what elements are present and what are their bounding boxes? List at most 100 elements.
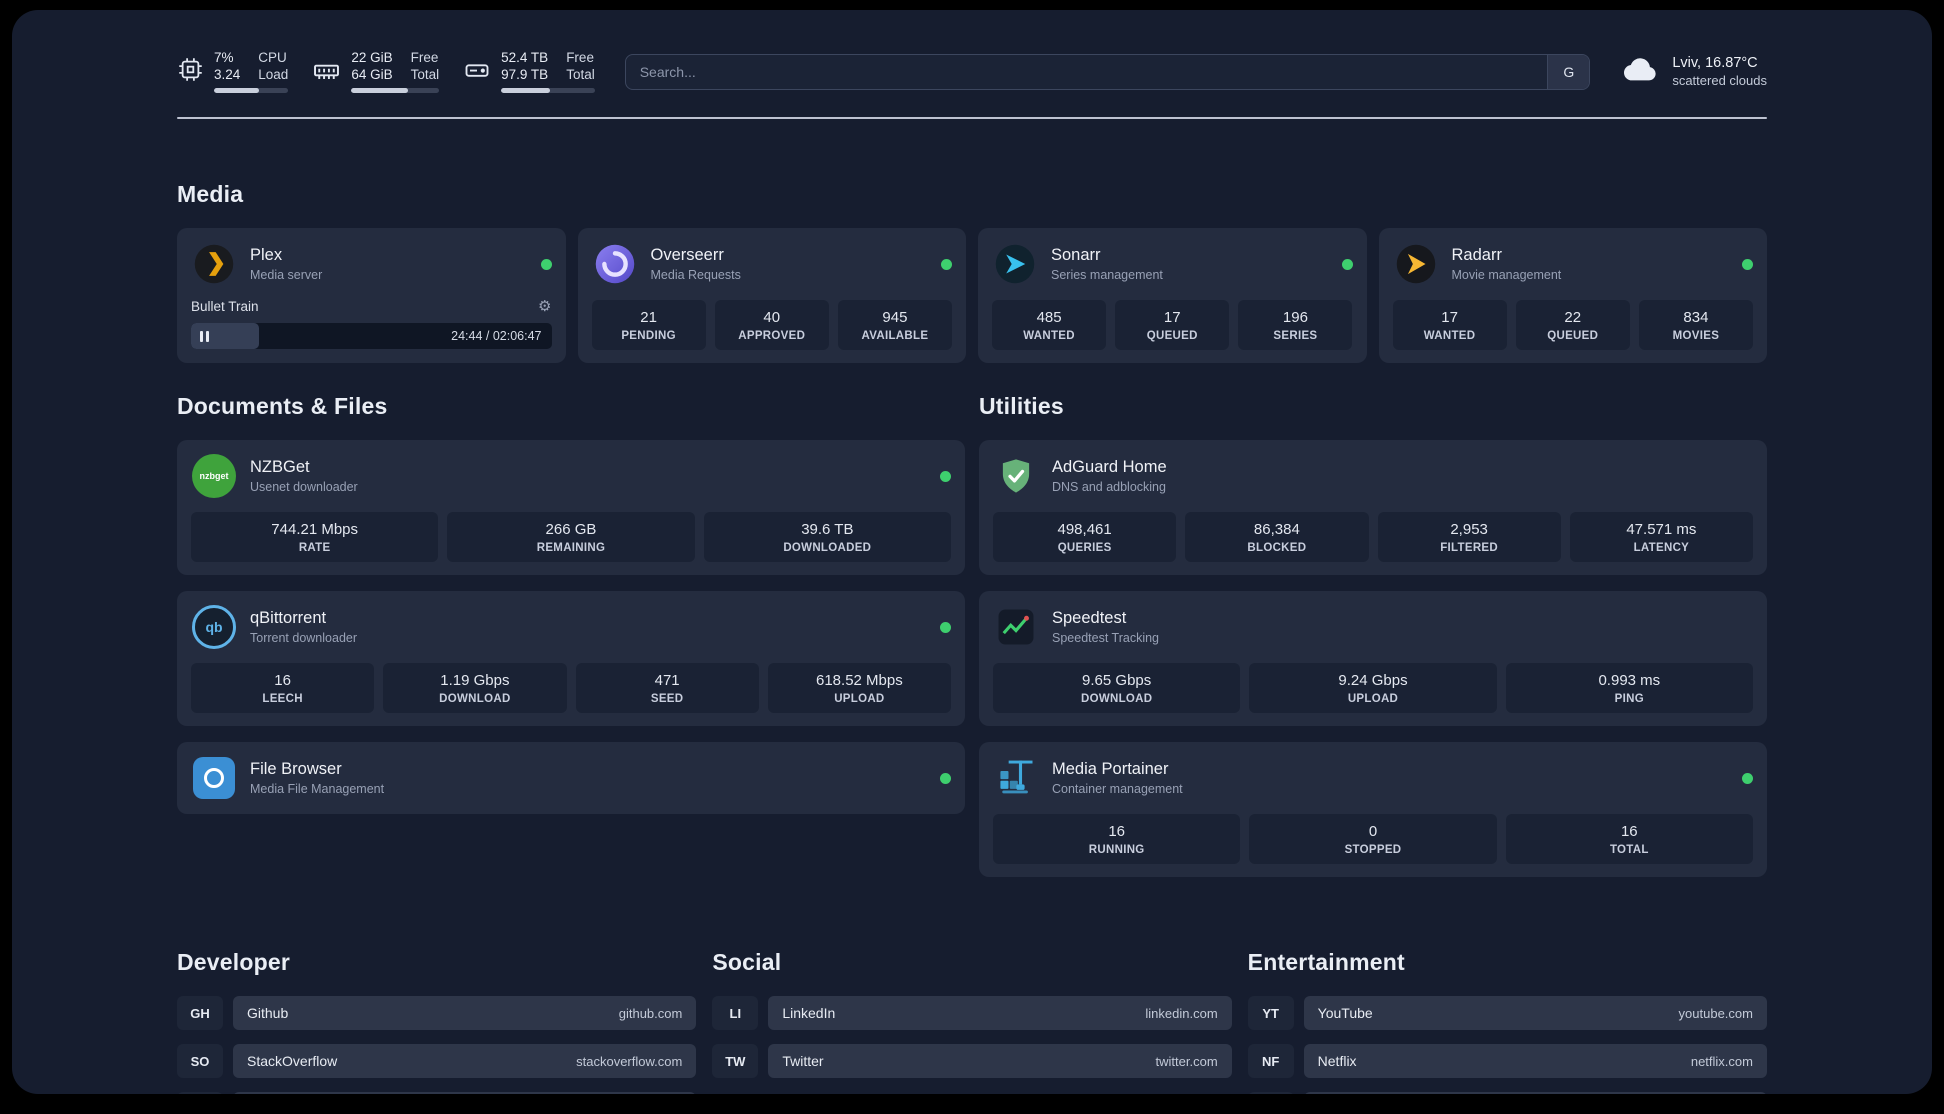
bookmark-stackoverflow[interactable]: SO StackOverflow stackoverflow.com <box>177 1044 697 1078</box>
portainer-icon <box>993 755 1039 801</box>
status-indicator <box>1341 258 1353 270</box>
stat-wanted: 485 WANTED <box>992 300 1107 350</box>
bookmark-youtube[interactable]: YT YouTube youtube.com <box>1247 996 1767 1030</box>
stat-download: 9.65 Gbps DOWNLOAD <box>993 663 1241 713</box>
disk-progress-bar <box>501 88 595 93</box>
documents-section: Documents & Files nzbget NZBGet Usenet d… <box>177 393 965 877</box>
weather-widget: Lviv, 16.87°C scattered clouds <box>1620 48 1767 95</box>
service-name: File Browser <box>250 760 342 778</box>
stat-remaining: 266 GB REMAINING <box>447 512 695 562</box>
media-section: Media Plex Media server Bullet Train ⚙ 2… <box>177 181 1767 363</box>
search-engine-button[interactable]: G <box>1547 54 1590 89</box>
social-section-title: Social <box>712 949 782 975</box>
cpu-label: CPU <box>258 50 287 65</box>
disk-free-label: Free <box>566 50 594 65</box>
bookmark-name: LinkedIn <box>782 1005 836 1021</box>
service-description: Series management <box>1051 268 1163 282</box>
service-description: Media File Management <box>250 782 385 796</box>
service-card-speedtest[interactable]: Speedtest Speedtest Tracking 9.65 Gbps D… <box>979 591 1767 726</box>
service-description: Media Requests <box>650 268 741 282</box>
service-card-overseerr[interactable]: Overseerr Media Requests 21 PENDING 40 A… <box>577 228 966 363</box>
ram-total-label: Total <box>410 67 440 82</box>
stat-stopped: 0 STOPPED <box>1249 814 1497 864</box>
bookmark-name: Github <box>247 1005 289 1021</box>
service-description: Torrent downloader <box>250 631 358 645</box>
stat-latency: 47.571 ms LATENCY <box>1569 512 1753 562</box>
cpu-metric: 7% CPU 3.24 Load <box>177 50 289 93</box>
sonarr-icon <box>992 241 1038 287</box>
service-description: Container management <box>1052 782 1183 796</box>
stat-movies: 834 MOVIES <box>1638 300 1753 350</box>
bookmark-twitter[interactable]: TW Twitter twitter.com <box>712 1044 1232 1078</box>
weather-condition: scattered clouds <box>1672 73 1767 88</box>
bookmark-netflix[interactable]: NF Netflix netflix.com <box>1247 1044 1767 1078</box>
stat-filtered: 2,953 FILTERED <box>1377 512 1561 562</box>
stat-upload: 9.24 Gbps UPLOAD <box>1249 663 1497 713</box>
service-description: Usenet downloader <box>250 480 358 494</box>
bookmark-linkedin[interactable]: LI LinkedIn linkedin.com <box>712 996 1232 1030</box>
service-card-adguard[interactable]: AdGuard Home DNS and adblocking 498,461 … <box>979 440 1767 575</box>
status-indicator <box>540 258 552 270</box>
status-indicator <box>941 258 952 270</box>
service-description: Media server <box>250 268 323 282</box>
bookmark-reddit[interactable]: RE Reddit reddit.com <box>1247 1092 1767 1094</box>
entertainment-section: Entertainment YT YouTube youtube.com NF … <box>1247 949 1767 1094</box>
bookmark-abbr: LI <box>712 996 759 1030</box>
status-indicator <box>1742 772 1753 784</box>
qbittorrent-icon: qb <box>191 604 237 650</box>
bookmark-abbr: GH <box>177 996 223 1030</box>
social-section: Social LI LinkedIn linkedin.com TW Twitt… <box>712 949 1232 1094</box>
player-progress-bar[interactable]: 24:44 / 02:06:47 <box>191 323 552 349</box>
status-indicator <box>940 621 951 633</box>
pause-icon[interactable] <box>200 330 209 342</box>
bookmark-dev[interactable]: DT DEV dev.to <box>177 1092 697 1094</box>
bookmark-name: StackOverflow <box>247 1053 338 1069</box>
service-card-plex[interactable]: Plex Media server Bullet Train ⚙ 24:44 /… <box>177 228 566 363</box>
radarr-icon <box>1393 241 1439 287</box>
service-name: qBittorrent <box>250 609 327 627</box>
cpu-progress-bar <box>214 88 289 93</box>
bookmark-abbr: RE <box>1247 1092 1294 1094</box>
ram-free-value: 22 GiB <box>351 50 393 65</box>
plex-icon <box>191 241 237 287</box>
service-card-qbittorrent[interactable]: qb qBittorrent Torrent downloader 16 LEE… <box>177 591 965 726</box>
nzbget-icon: nzbget <box>191 453 237 499</box>
service-card-nzbget[interactable]: nzbget NZBGet Usenet downloader 744.21 M… <box>177 440 965 575</box>
stat-rate: 744.21 Mbps RATE <box>191 512 439 562</box>
ram-metric: 22 GiB Free 64 GiB Total <box>312 50 440 93</box>
service-card-radarr[interactable]: Radarr Movie management 17 WANTED 22 QUE… <box>1378 228 1767 363</box>
disk-metric: 52.4 TB Free 97.9 TB Total <box>463 50 595 93</box>
utilities-section: Utilities AdGuard Home DNS and adblockin… <box>979 393 1767 877</box>
bookmark-name: Twitter <box>782 1053 824 1069</box>
developer-section: Developer GH Github github.com SO StackO… <box>177 949 697 1094</box>
service-card-filebrowser[interactable]: File Browser Media File Management <box>177 742 965 814</box>
bookmark-url: github.com <box>618 1005 683 1021</box>
plex-now-playing: Bullet Train ⚙ 24:44 / 02:06:47 <box>191 297 552 349</box>
stat-queued: 22 QUEUED <box>1515 300 1630 350</box>
ram-total-value: 64 GiB <box>351 67 393 82</box>
dashboard: 7% CPU 3.24 Load 22 GiB Free 64 GiB Tota… <box>12 10 1932 1094</box>
service-name: AdGuard Home <box>1052 458 1167 476</box>
stat-ping: 0.993 ms PING <box>1505 663 1753 713</box>
service-card-sonarr[interactable]: Sonarr Series management 485 WANTED 17 Q… <box>978 228 1367 363</box>
status-indicator <box>940 772 951 784</box>
stat-pending: 21 PENDING <box>591 300 706 350</box>
weather-location-temp: Lviv, 16.87°C <box>1672 55 1758 71</box>
search-input[interactable] <box>625 63 1548 80</box>
stat-running: 16 RUNNING <box>993 814 1241 864</box>
bookmark-name: YouTube <box>1317 1005 1373 1021</box>
service-card-portainer[interactable]: Media Portainer Container management 16 … <box>979 742 1767 877</box>
system-metrics: 7% CPU 3.24 Load 22 GiB Free 64 GiB Tota… <box>177 50 595 93</box>
bookmark-abbr: NF <box>1247 1044 1294 1078</box>
ram-free-label: Free <box>410 50 439 65</box>
cpu-load-label: Load <box>258 67 289 82</box>
bookmark-github[interactable]: GH Github github.com <box>177 996 697 1030</box>
status-indicator <box>1742 258 1753 270</box>
developer-section-title: Developer <box>177 949 291 975</box>
bookmark-url: linkedin.com <box>1145 1005 1218 1021</box>
stat-downloaded: 39.6 TB DOWNLOADED <box>703 512 951 562</box>
cpu-icon <box>177 56 204 88</box>
stat-blocked: 86,384 BLOCKED <box>1185 512 1369 562</box>
player-settings-icon[interactable]: ⚙ <box>538 297 551 315</box>
service-name: Plex <box>250 246 283 264</box>
